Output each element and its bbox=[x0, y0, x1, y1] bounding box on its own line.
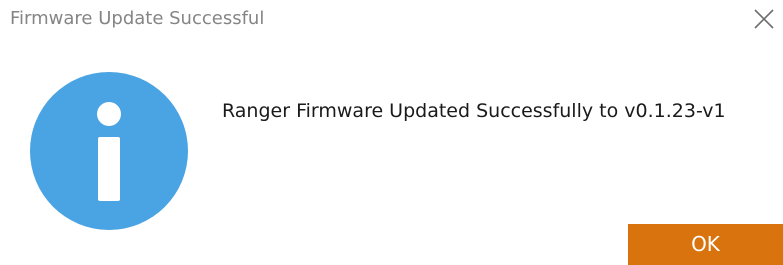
close-icon bbox=[754, 9, 774, 29]
firmware-update-dialog: Firmware Update Successful Ranger Firmwa… bbox=[0, 0, 783, 265]
close-button[interactable] bbox=[751, 6, 777, 32]
dialog-title: Firmware Update Successful bbox=[10, 8, 265, 29]
ok-button[interactable]: OK bbox=[628, 224, 783, 265]
info-icon bbox=[30, 72, 188, 230]
dialog-message: Ranger Firmware Updated Successfully to … bbox=[222, 100, 726, 122]
